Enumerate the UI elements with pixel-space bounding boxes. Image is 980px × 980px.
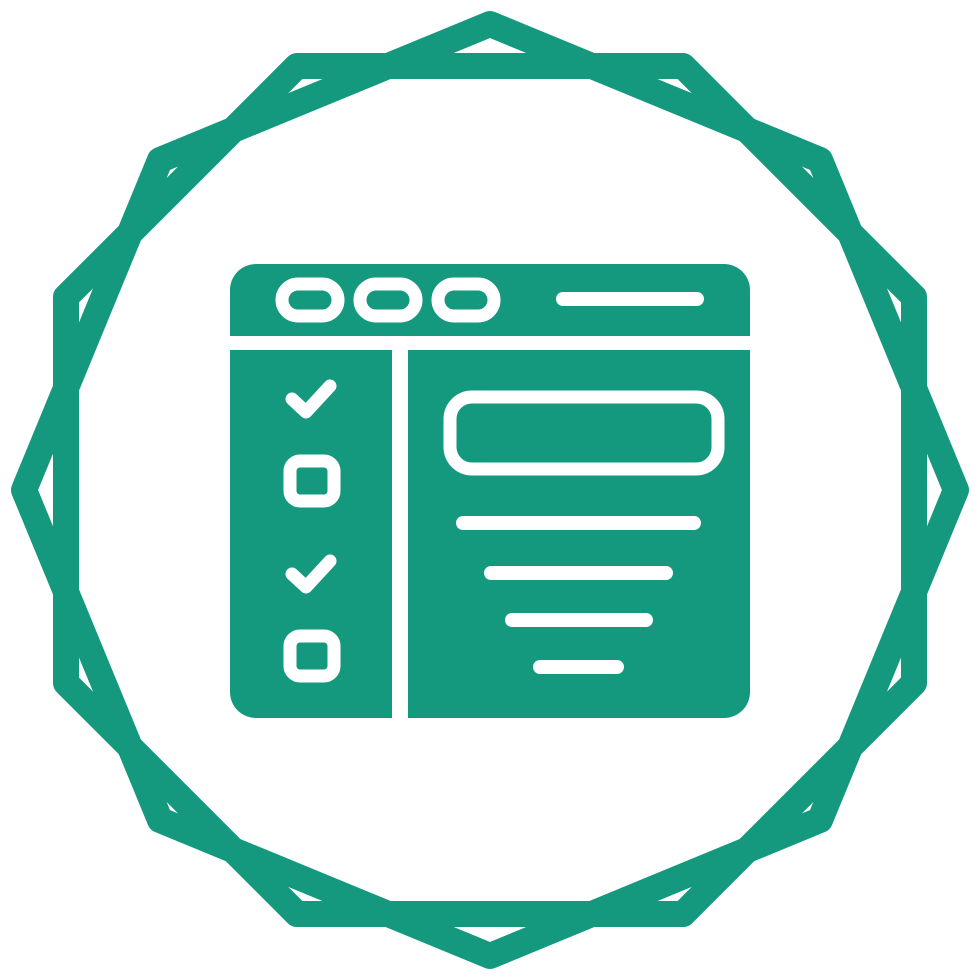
checklist-browser-icon	[11, 11, 969, 969]
window-frame	[230, 264, 750, 718]
titlebar-divider	[230, 336, 750, 350]
icon-canvas	[0, 0, 980, 980]
browser-window	[230, 264, 750, 718]
sidebar-divider	[392, 350, 408, 718]
